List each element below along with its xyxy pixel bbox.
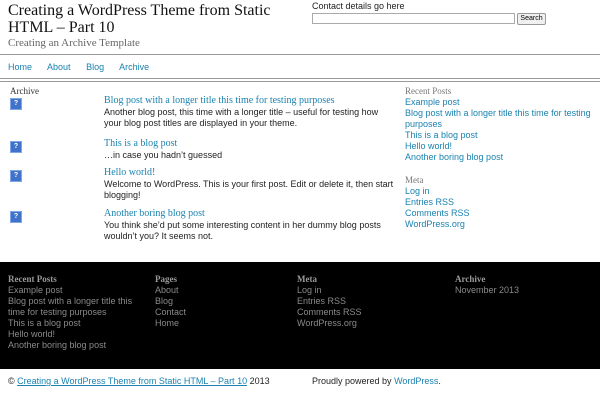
contact-details: Contact details go here — [312, 1, 405, 11]
post-title-link[interactable]: This is a blog post — [104, 138, 177, 150]
broken-image-icon: ? — [10, 98, 22, 110]
footer-recent-item[interactable]: Blog post with a longer title this time … — [8, 296, 148, 318]
broken-image-icon: ? — [10, 170, 22, 182]
nav-item-archive[interactable]: Archive — [119, 62, 149, 72]
copyright-symbol: © — [8, 376, 15, 386]
sidebar-meta-item[interactable]: Comments RSS — [405, 208, 595, 219]
footer-recent-posts: Recent Posts Example post Blog post with… — [8, 274, 148, 351]
post-excerpt: Another blog post, this time with a long… — [104, 107, 379, 128]
footer-page-item[interactable]: Blog — [155, 296, 285, 307]
footer-pages-heading: Pages — [155, 274, 177, 284]
sidebar-recent-item[interactable]: Another boring blog post — [405, 152, 595, 163]
sidebar-meta-heading: Meta — [405, 175, 424, 185]
footer-meta-item[interactable]: Log in — [297, 285, 437, 296]
copyright-link[interactable]: Creating a WordPress Theme from Static H… — [17, 376, 247, 386]
footer-archive-heading: Archive — [455, 274, 486, 284]
footer-recent-heading: Recent Posts — [8, 274, 57, 284]
search-input[interactable] — [312, 13, 515, 24]
powered-by-text: Proudly powered by — [312, 376, 392, 386]
sidebar-recent-item[interactable]: Hello world! — [405, 141, 595, 152]
nav-item-home[interactable]: Home — [8, 62, 32, 72]
footer-page-item[interactable]: Contact — [155, 307, 285, 318]
powered-by-period: . — [438, 376, 441, 386]
post-title-link[interactable]: Another boring blog post — [104, 208, 205, 220]
footer-archive: Archive November 2013 — [455, 274, 585, 296]
footer-meta-item[interactable]: WordPress.org — [297, 318, 437, 329]
sidebar-recent-item[interactable]: This is a blog post — [405, 130, 595, 141]
powered-by: Proudly powered by WordPress. — [312, 376, 441, 386]
footer-page-item[interactable]: Home — [155, 318, 285, 329]
sidebar-meta-item[interactable]: WordPress.org — [405, 219, 595, 230]
post-title-link[interactable]: Blog post with a longer title this time … — [104, 95, 335, 107]
sidebar-recent-item[interactable]: Blog post with a longer title this time … — [405, 108, 595, 130]
main-nav: Home About Blog Archive — [8, 62, 162, 72]
footer-meta-heading: Meta — [297, 274, 317, 284]
footer-recent-item[interactable]: Another boring blog post — [8, 340, 148, 351]
sidebar-meta: Meta Log in Entries RSS Comments RSS Wor… — [405, 175, 595, 230]
sidebar-recent-item[interactable]: Example post — [405, 97, 595, 108]
sidebar-recent-posts: Recent Posts Example post Blog post with… — [405, 86, 595, 163]
broken-image-icon: ? — [10, 141, 22, 153]
nav-divider-top — [0, 78, 600, 79]
post-excerpt: You think she’d put some interesting con… — [104, 220, 381, 241]
footer-recent-item[interactable]: Hello world! — [8, 329, 148, 340]
footer-pages: Pages About Blog Contact Home — [155, 274, 285, 329]
sidebar-meta-item[interactable]: Log in — [405, 186, 595, 197]
nav-divider-bottom — [0, 81, 600, 82]
footer-page-item[interactable]: About — [155, 285, 285, 296]
footer: Recent Posts Example post Blog post with… — [0, 262, 600, 369]
footer-recent-item[interactable]: Example post — [8, 285, 148, 296]
broken-image-icon: ? — [10, 211, 22, 223]
search-button[interactable]: Search — [517, 13, 546, 25]
nav-item-blog[interactable]: Blog — [86, 62, 104, 72]
footer-meta-item[interactable]: Comments RSS — [297, 307, 437, 318]
header-divider — [0, 54, 600, 55]
site-description: Creating an Archive Template — [8, 37, 140, 49]
footer-recent-item[interactable]: This is a blog post — [8, 318, 148, 329]
sidebar-recent-heading: Recent Posts — [405, 86, 452, 96]
footer-archive-item[interactable]: November 2013 — [455, 285, 585, 296]
footer-meta-item[interactable]: Entries RSS — [297, 296, 437, 307]
copyright: © Creating a WordPress Theme from Static… — [8, 376, 270, 386]
post-excerpt: Welcome to WordPress. This is your first… — [104, 179, 394, 200]
site-title[interactable]: Creating a WordPress Theme from Static H… — [8, 2, 308, 36]
wordpress-link[interactable]: WordPress — [394, 376, 438, 386]
footer-meta: Meta Log in Entries RSS Comments RSS Wor… — [297, 274, 437, 329]
copyright-year: 2013 — [249, 376, 270, 386]
post-title-link[interactable]: Hello world! — [104, 167, 155, 179]
archive-heading: Archive — [10, 86, 39, 96]
nav-item-about[interactable]: About — [47, 62, 71, 72]
sidebar-meta-item[interactable]: Entries RSS — [405, 197, 595, 208]
post-excerpt: …in case you hadn’t guessed — [104, 150, 223, 160]
